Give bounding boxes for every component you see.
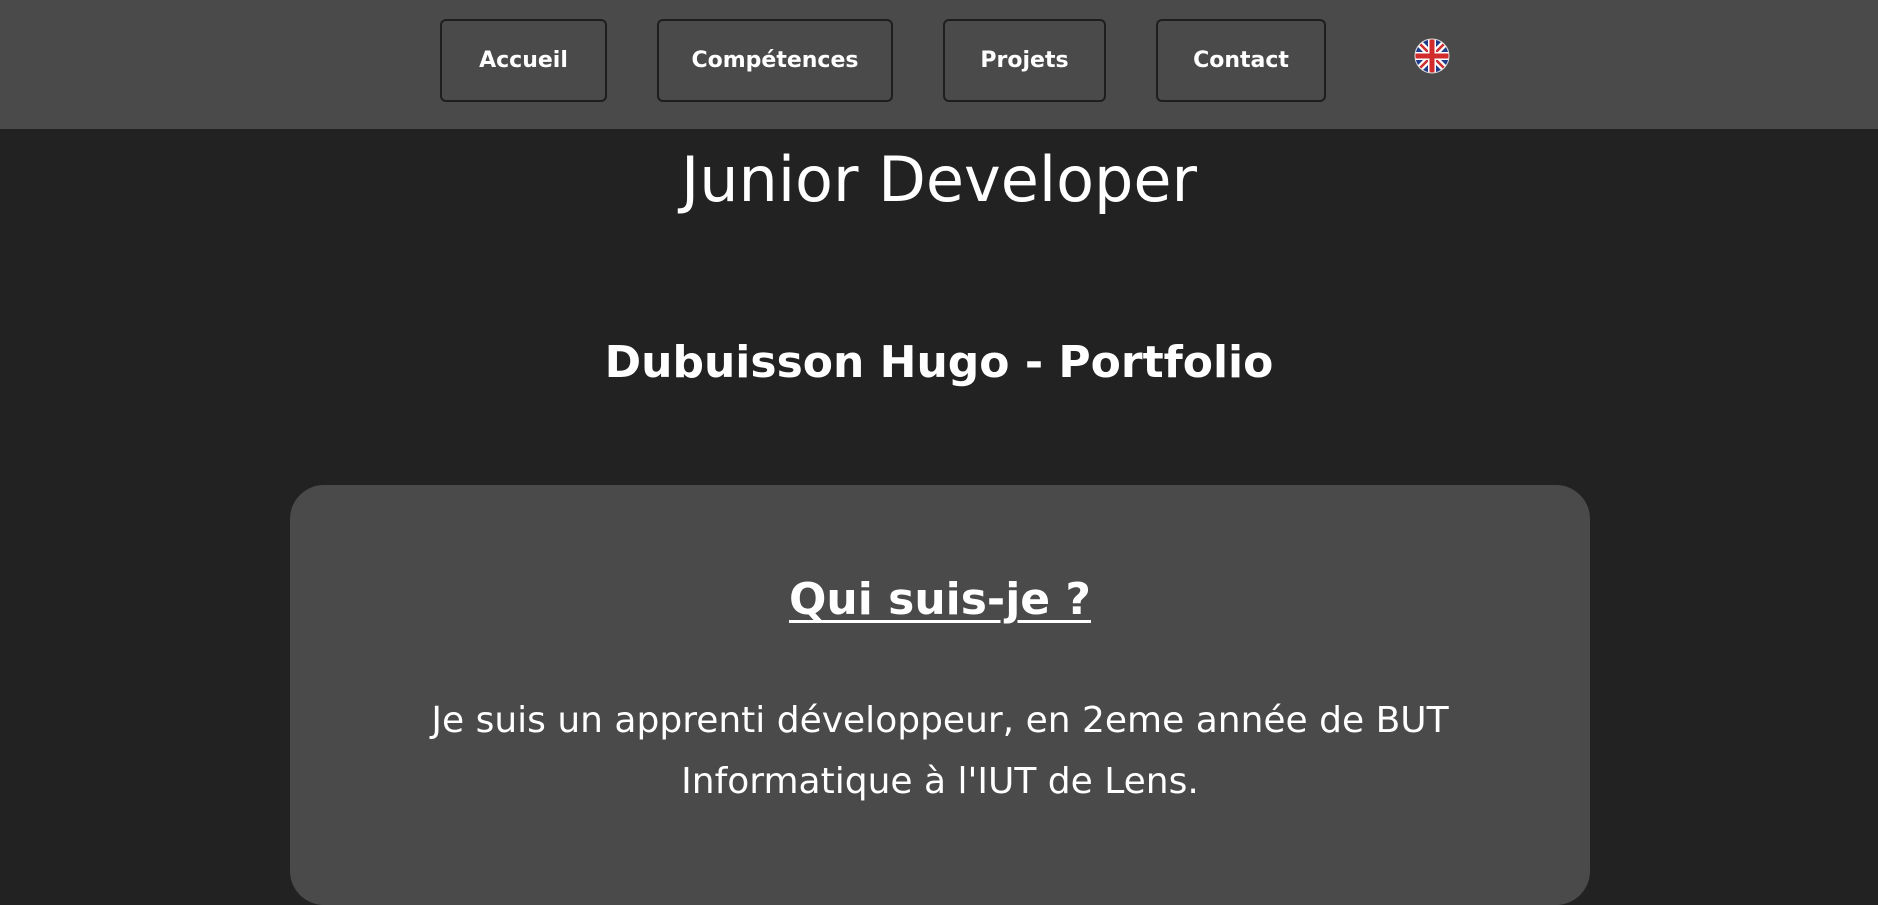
uk-flag-icon[interactable] [1414,38,1450,74]
top-navbar: Accueil Compétences Projets Contact [0,0,1878,129]
uk-flag-svg [1414,38,1450,74]
about-heading: Qui suis-je ? [789,574,1091,625]
about-text: Je suis un apprenti développeur, en 2eme… [431,700,1449,802]
nav-projets-button[interactable]: Projets [943,19,1106,102]
hero-subtitle: Dubuisson Hugo - Portfolio [604,337,1274,388]
about-card: Qui suis-je ? Je suis un apprenti dévelo… [290,485,1590,905]
nav-competences-button[interactable]: Compétences [657,19,893,102]
nav-accueil-button[interactable]: Accueil [440,19,607,102]
hero-title: Junior Developer [680,143,1198,216]
nav-contact-button[interactable]: Contact [1156,19,1326,102]
